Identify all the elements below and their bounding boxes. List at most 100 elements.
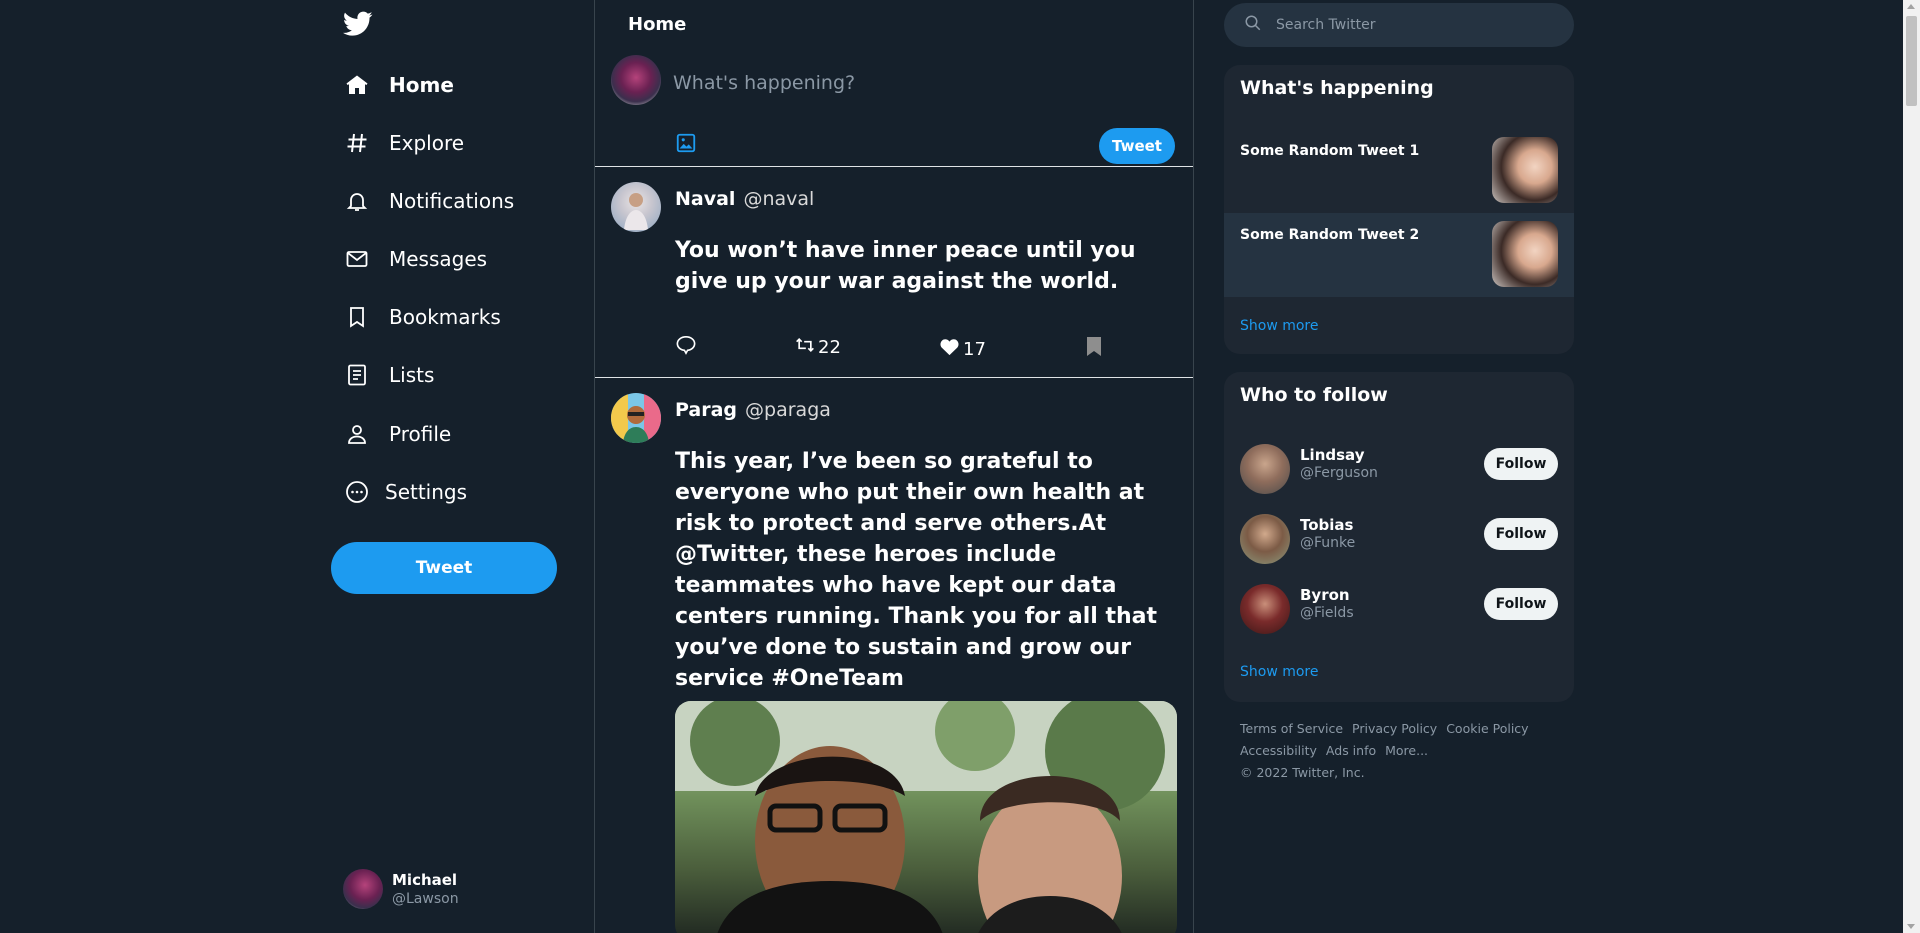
tweet-author-handle[interactable]: @naval [743,188,814,210]
follow-button[interactable]: Follow [1484,448,1558,480]
nav-label: Messages [389,247,488,271]
account-switcher[interactable]: Michael @Lawson [343,869,459,909]
avatar [343,869,383,909]
image-icon[interactable] [675,132,697,154]
avatar[interactable] [1240,514,1290,564]
account-handle: @Lawson [392,891,459,907]
scroll-up-arrow-icon[interactable] [1907,4,1915,9]
left-sidebar: Home Explore Notifications Messages Book… [330,0,594,933]
tweet-text: You won’t have inner peace until you giv… [675,238,1136,294]
follow-button[interactable]: Follow [1484,518,1558,550]
user-name[interactable]: Byron [1300,586,1350,604]
bell-icon [343,187,371,215]
retweet-count: 22 [818,337,841,358]
tweet-author-handle[interactable]: @paraga [745,399,831,421]
tweet-text: This year, I’ve been so grateful to ever… [675,449,1158,691]
hashtag-icon [343,129,371,157]
account-name: Michael [392,871,458,889]
search-icon [1244,14,1262,36]
right-sidebar: Search Twitter What's happening Some Ran… [1224,0,1574,933]
bookmark-icon [343,303,371,331]
scrollbar-thumb[interactable] [1906,16,1917,106]
nav-label: Explore [389,131,465,155]
avatar[interactable] [611,393,661,443]
tweet-header: Naval @naval [675,188,814,210]
compose-tweet-input[interactable]: What's happening? [673,72,855,94]
trend-item[interactable]: Some Random Tweet 2 [1224,213,1574,297]
follow-suggestion: Lindsay @Ferguson Follow [1224,438,1574,498]
speech-bubble-icon [675,335,700,360]
user-handle: @Fields [1300,605,1354,621]
trend-title: Some Random Tweet 2 [1240,227,1420,243]
main-feed: Home What's happening? Tweet Naval @naval… [594,0,1194,933]
footer-links: Terms of Service Privacy Policy Cookie Pol… [1240,718,1560,784]
follow-button[interactable]: Follow [1484,588,1558,620]
nav-label: Settings [385,480,468,504]
nav-item-home[interactable]: Home [343,65,454,105]
whats-happening-panel: What's happening Some Random Tweet 1 Som… [1224,65,1574,354]
list-icon [343,361,371,389]
sidebar-tweet-button[interactable]: Tweet [331,542,557,594]
nav-item-bookmarks[interactable]: Bookmarks [343,297,501,337]
divider [595,166,1193,167]
twitter-logo-icon[interactable] [343,11,373,39]
show-more-link[interactable]: Show more [1240,664,1319,680]
footer-link-accessibility[interactable]: Accessibility [1240,743,1317,758]
tweet-header: Parag @paraga [675,399,831,421]
user-name[interactable]: Lindsay [1300,446,1364,464]
avatar[interactable] [611,182,661,232]
compose-tweet-button[interactable]: Tweet [1099,128,1175,164]
home-icon [343,71,371,99]
bookmark-icon [1086,336,1105,361]
retweet-icon [795,337,818,358]
page-scrollbar[interactable] [1903,0,1920,933]
nav-item-settings[interactable]: Settings [343,472,467,512]
footer-link-ads-info[interactable]: Ads info [1326,743,1376,758]
who-to-follow-panel: Who to follow Lindsay @Ferguson Follow T… [1224,372,1574,702]
like-button[interactable]: 17 [939,337,986,361]
nav-label: Home [389,73,454,97]
trend-title: Some Random Tweet 1 [1240,143,1420,159]
show-more-link[interactable]: Show more [1240,318,1319,334]
user-handle: @Funke [1300,535,1356,551]
user-name[interactable]: Tobias [1300,516,1353,534]
bookmark-button[interactable] [1086,336,1105,361]
panel-title: Who to follow [1240,384,1388,406]
search-input[interactable]: Search Twitter [1224,3,1574,47]
follow-suggestion: Tobias @Funke Follow [1224,508,1574,568]
nav-item-notifications[interactable]: Notifications [343,181,514,221]
nav-label: Notifications [389,189,515,213]
search-placeholder: Search Twitter [1276,17,1376,33]
trend-thumbnail [1492,137,1558,203]
tweet-image[interactable] [675,701,1177,933]
nav-label: Profile [389,422,452,446]
footer-link-terms[interactable]: Terms of Service [1240,721,1343,736]
user-handle: @Ferguson [1300,465,1378,481]
footer-link-more[interactable]: More... [1385,743,1428,758]
trend-thumbnail [1492,221,1558,287]
follow-suggestion: Byron @Fields Follow [1224,578,1574,638]
composer-avatar [611,55,661,105]
nav-item-explore[interactable]: Explore [343,123,464,163]
like-count: 17 [963,338,986,360]
avatar[interactable] [1240,584,1290,634]
avatar[interactable] [1240,444,1290,494]
nav-item-profile[interactable]: Profile [343,414,451,454]
retweet-button[interactable]: 22 [795,337,841,358]
copyright: © 2022 Twitter, Inc. [1240,765,1365,780]
reply-button[interactable] [675,335,700,360]
person-icon [343,420,371,448]
footer-link-cookie[interactable]: Cookie Policy [1446,721,1528,736]
trend-item[interactable]: Some Random Tweet 1 [1224,129,1574,213]
nav-label: Lists [389,363,435,387]
nav-item-messages[interactable]: Messages [343,239,487,279]
divider [595,377,1193,378]
panel-title: What's happening [1240,77,1434,99]
scroll-down-arrow-icon[interactable] [1907,924,1915,929]
footer-link-privacy[interactable]: Privacy Policy [1352,721,1437,736]
tweet-author-name[interactable]: Naval [675,188,735,210]
tweet-author-name[interactable]: Parag [675,399,737,421]
nav-label: Bookmarks [389,305,501,329]
nav-item-lists[interactable]: Lists [343,355,434,395]
heart-icon [939,337,963,361]
